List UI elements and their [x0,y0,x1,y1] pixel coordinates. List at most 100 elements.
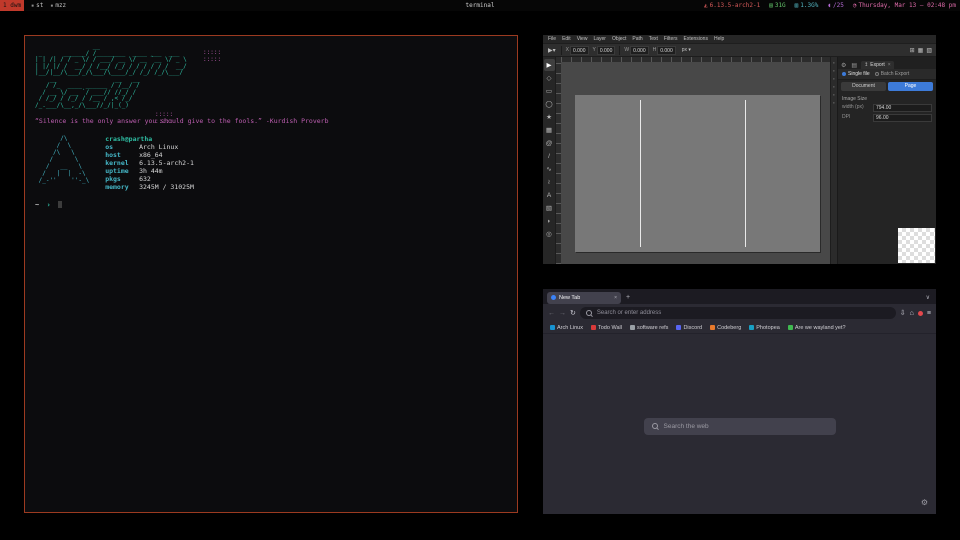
statusbar-app-label: st [36,2,43,9]
snap-icon[interactable]: ▪ [833,61,834,65]
spiral-tool[interactable]: @ [544,137,555,149]
menu-filters[interactable]: Filters [664,36,678,42]
x-label: X [566,47,569,53]
arch-logo-ascii: /\ / \ /\ \ / \ / __ \ / | | -\ /_-'' ''… [35,135,89,191]
menu-object[interactable]: Object [612,36,626,42]
menu-view[interactable]: View [577,36,588,42]
downloads-icon[interactable]: ⇩ [900,309,906,317]
gear-icon[interactable]: ⚙ [840,62,847,69]
w-label: W [624,47,629,53]
bookmark-favicon [550,325,555,330]
snap-icon[interactable]: ▪ [833,101,834,105]
snap-icon[interactable]: ▪ [833,93,834,97]
page-settings-gear-icon[interactable]: ⚙ [921,498,928,507]
document-page[interactable] [575,95,820,252]
dropper-tool[interactable]: ◗ [544,215,555,227]
menu-path[interactable]: Path [632,36,642,42]
bookmark-photopea[interactable]: Photopea [749,325,780,331]
url-bar[interactable]: Search or enter address [580,307,896,319]
statusbar-app-st[interactable]: ▪ st [31,2,43,9]
statusbar-modules: ◭ 6.13.5-arch2-1 ▤ 31G ▥ 1.3G% ◖ /25 ◔ T… [704,2,960,9]
home-icon[interactable]: ⌂ [910,310,914,317]
kernel-text: 6.13.5-arch2-1 [710,2,761,9]
text-tool[interactable]: A [544,189,555,201]
bookmark-software-refs[interactable]: software refs [630,325,668,331]
web-search-input[interactable]: Search the web [644,418,836,435]
snap-icon[interactable]: ▪ [833,77,834,81]
bookmark-arch-linux[interactable]: Arch Linux [550,325,583,331]
canvas-area[interactable] [556,57,830,264]
h-input[interactable]: 0.000 [657,46,676,55]
units-dropdown[interactable]: px ▾ [682,47,691,53]
tool-options-dropdown[interactable]: ▶▾ [547,47,557,54]
bookmark-codeberg[interactable]: Codeberg [710,325,741,331]
rectangle-tool[interactable]: ▭ [544,85,555,97]
user-host: crash@partha [105,135,194,143]
search-placeholder: Search the web [664,423,709,430]
workspace-tag[interactable]: 1 dwm [0,0,24,11]
layers-icon[interactable]: ▤ [850,62,858,69]
menu-layer[interactable]: Layer [593,36,606,42]
node-tool[interactable]: ◇ [544,72,555,84]
recording-indicator[interactable] [918,311,923,316]
tab-list-chevron-icon[interactable]: ∨ [926,294,932,301]
new-tab-page: Search the web ⚙ [543,334,936,514]
export-width-input[interactable]: 794.00 [873,104,932,112]
star-tool[interactable]: ★ [544,111,555,123]
snap-icon[interactable]: ▪ [833,69,834,73]
page-button[interactable]: Page [888,82,933,91]
inkscape-toolbox: ▶ ◇ ▭ ◯ ★ ▦ @ / ∿ ≀ A ▧ ◗ ◎ [543,57,556,264]
box-3d-tool[interactable]: ▦ [544,124,555,136]
clock-module: ◔ Thursday, Mar 13 — 02:48 pm [853,2,956,9]
statusbar-app-mzz[interactable]: ▪ mzz [50,2,66,9]
vertical-guide[interactable] [640,100,641,247]
ellipse-tool[interactable]: ◯ [544,98,555,110]
reload-button[interactable]: ↻ [570,309,576,317]
gradient-tool[interactable]: ▧ [544,202,555,214]
pencil-tool[interactable]: / [544,150,555,162]
kernel-module: ◭ 6.13.5-arch2-1 [704,2,760,9]
y-input[interactable]: 0.000 [597,46,616,55]
vertical-guide[interactable] [745,100,746,247]
close-icon[interactable]: × [888,62,891,68]
snap-icon[interactable]: ▪ [833,85,834,89]
shell-prompt[interactable]: ~ › [35,201,507,209]
terminal-cursor [58,201,62,208]
menu-help[interactable]: Help [714,36,724,42]
export-dialog-tab[interactable]: ↥ Export × [861,61,894,69]
x-field: X 0.000 [566,46,589,55]
document-button[interactable]: Document [841,82,886,91]
selector-tool[interactable]: ▶ [544,59,555,71]
new-tab-button[interactable]: + [626,294,630,301]
y-label: Y [593,47,596,53]
batch-export-radio[interactable]: Batch Export [875,71,910,77]
menu-text[interactable]: Text [649,36,658,42]
menu-file[interactable]: File [548,36,556,42]
scale-gradient-icon[interactable]: ▧ [926,47,932,54]
terminal-window[interactable]: __ _ ______/ /________ ____ ___ ___ | | … [24,35,518,513]
browser-tab[interactable]: New Tab × [547,292,621,304]
back-button[interactable]: ← [548,310,555,317]
w-input[interactable]: 0.000 [630,46,649,55]
calligraphy-tool[interactable]: ≀ [544,176,555,188]
menu-edit[interactable]: Edit [562,36,571,42]
x-input[interactable]: 0.000 [570,46,589,55]
window-icon: ▪ [31,3,34,9]
bookmark-are-we-wayland-yet[interactable]: Are we wayland yet? [788,325,846,331]
width-field: W 0.000 [624,46,648,55]
bookmark-discord[interactable]: Discord [676,325,702,331]
single-file-radio[interactable]: Single file [842,71,870,77]
forward-button[interactable]: → [559,310,566,317]
scale-corners-icon[interactable]: ▦ [918,47,924,54]
export-dpi-input[interactable]: 96.00 [873,114,932,122]
drawing-canvas[interactable] [561,62,830,264]
zoom-tool[interactable]: ◎ [544,228,555,240]
menu-extensions[interactable]: Extensions [684,36,708,42]
fetch-row: host x86_64 [105,151,194,159]
bookmark-todo-wall[interactable]: Todo Wall [591,325,622,331]
scale-stroke-icon[interactable]: ⊞ [910,47,915,54]
menu-hamburger-icon[interactable]: ≡ [927,310,931,317]
pen-tool[interactable]: ∿ [544,163,555,175]
fetch-row: os Arch Linux [105,143,194,151]
tab-close-icon[interactable]: × [614,295,617,301]
